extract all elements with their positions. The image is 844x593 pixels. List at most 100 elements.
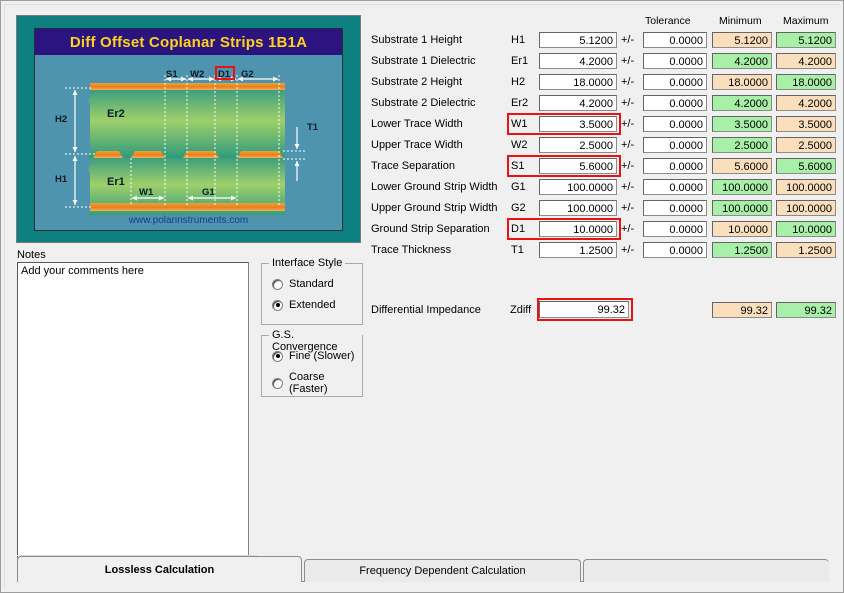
parameter-value-field[interactable]: 2.5000	[539, 137, 617, 153]
parameter-value-field[interactable]: 100.0000	[539, 200, 617, 216]
radio-gs-coarse[interactable]: Coarse (Faster)	[272, 371, 362, 395]
parameter-tolerance-field[interactable]: 0.0000	[643, 116, 707, 132]
parameter-label: Lower Ground Strip Width	[371, 181, 498, 193]
interface-style-group: Interface Style Standard Extended	[261, 257, 363, 325]
parameter-maximum-field: 4.2000	[776, 95, 836, 111]
parameter-row-er1: Substrate 1 Dielectric Er1 4.2000 +/- 0.0000…	[371, 52, 837, 72]
application-window: Diff Offset Coplanar Strips 1B1A Er2 Er1…	[0, 0, 844, 593]
parameter-value-field[interactable]: 100.0000	[539, 179, 617, 195]
parameter-label: Upper Trace Width	[371, 139, 463, 151]
parameter-label: Upper Ground Strip Width	[371, 202, 498, 214]
radio-interface-extended[interactable]: Extended	[272, 299, 335, 311]
parameter-maximum-field: 2.5000	[776, 137, 836, 153]
parameter-tolerance-field[interactable]: 0.0000	[643, 95, 707, 111]
parameter-value-field[interactable]: 18.0000	[539, 74, 617, 90]
parameter-tolerance-field[interactable]: 0.0000	[643, 179, 707, 195]
diagram-title: Diff Offset Coplanar Strips 1B1A	[35, 29, 342, 55]
radio-interface-standard[interactable]: Standard	[272, 278, 334, 290]
parameter-tolerance-field[interactable]: 0.0000	[643, 137, 707, 153]
parameter-value-field[interactable]: 5.6000	[539, 158, 617, 174]
vendor-url: www.polarinstruments.com	[128, 215, 249, 226]
interface-style-title: Interface Style	[269, 257, 346, 269]
parameter-row-h2: Substrate 2 Height H2 18.0000 +/- 0.0000 18.0…	[371, 73, 837, 93]
parameter-symbol: G1	[511, 181, 526, 193]
plus-minus-label: +/-	[621, 34, 635, 46]
parameter-value-field[interactable]: 3.5000	[539, 116, 617, 132]
diagram-label-t1: T1	[307, 122, 319, 133]
radio-label: Standard	[289, 278, 334, 290]
parameter-label: Ground Strip Separation	[371, 223, 490, 235]
result-maximum-field: 99.32	[776, 302, 836, 318]
notes-input[interactable]: Add your comments here	[17, 262, 249, 558]
plus-minus-label: +/-	[621, 202, 635, 214]
parameter-minimum-field: 5.6000	[712, 158, 772, 174]
plus-minus-label: +/-	[621, 118, 635, 130]
diagram-label-h1: H1	[55, 174, 68, 185]
parameter-tolerance-field[interactable]: 0.0000	[643, 242, 707, 258]
parameter-row-h1: Substrate 1 Height H1 5.1200 +/- 0.0000 5.120…	[371, 31, 837, 51]
parameter-minimum-field: 1.2500	[712, 242, 772, 258]
parameter-tolerance-field[interactable]: 0.0000	[643, 158, 707, 174]
parameter-symbol: Er2	[511, 97, 529, 109]
result-label: Differential Impedance	[371, 304, 481, 316]
diagram-label-g1: G1	[202, 187, 215, 198]
column-header-maximum: Maximum	[783, 15, 829, 27]
parameter-value-field[interactable]: 10.0000	[539, 221, 617, 237]
parameter-row-er2: Substrate 2 Dielectric Er2 4.2000 +/- 0.0000…	[371, 94, 837, 114]
parameter-row-d1: Ground Strip Separation D1 10.0000 +/- 0.000…	[371, 218, 837, 240]
parameter-row-g1: Lower Ground Strip Width G1 100.0000 +/- 0.0…	[371, 178, 837, 198]
parameter-symbol: W1	[511, 118, 528, 130]
parameter-symbol: H2	[511, 76, 526, 88]
parameter-minimum-field: 3.5000	[712, 116, 772, 132]
parameter-value-field[interactable]: 5.1200	[539, 32, 617, 48]
parameter-label: Substrate 1 Dielectric	[371, 55, 476, 67]
parameter-value-field[interactable]: 4.2000	[539, 95, 617, 111]
radio-gs-fine[interactable]: Fine (Slower)	[272, 350, 354, 362]
parameter-tolerance-field[interactable]: 0.0000	[643, 200, 707, 216]
radio-indicator	[272, 299, 283, 311]
diagram-canvas: Diff Offset Coplanar Strips 1B1A Er2 Er1…	[34, 28, 343, 231]
diagram-label-h2: H2	[55, 114, 68, 125]
parameter-label: Substrate 2 Dielectric	[371, 97, 476, 109]
parameter-minimum-field: 100.0000	[712, 179, 772, 195]
parameter-row-t1: Trace Thickness T1 1.2500 +/- 0.0000 1.2500 1.…	[371, 241, 837, 261]
parameter-symbol: G2	[511, 202, 526, 214]
parameter-maximum-field: 18.0000	[776, 74, 836, 90]
cross-section-diagram-panel: Diff Offset Coplanar Strips 1B1A Er2 Er1…	[16, 15, 361, 243]
notes-label: Notes	[17, 249, 46, 261]
stackup-cross-section-svg: Er2 Er1	[65, 75, 307, 215]
parameter-row-w1: Lower Trace Width W1 3.5000 +/- 0.0000 3.5000…	[371, 113, 837, 135]
plus-minus-label: +/-	[621, 223, 635, 235]
parameter-tolerance-field[interactable]: 0.0000	[643, 32, 707, 48]
parameter-minimum-field: 18.0000	[712, 74, 772, 90]
plus-minus-label: +/-	[621, 181, 635, 193]
parameter-label: Trace Separation	[371, 160, 455, 172]
parameter-symbol: Er1	[511, 55, 529, 67]
parameter-value-field[interactable]: 1.2500	[539, 242, 617, 258]
gs-convergence-group: G.S. Convergence Fine (Slower) Coarse (F…	[261, 329, 363, 397]
differential-impedance-row: Differential Impedance Zdiff 99.32 99.32…	[371, 298, 837, 323]
parameter-minimum-field: 2.5000	[712, 137, 772, 153]
parameter-row-g2: Upper Ground Strip Width G2 100.0000 +/- 0.0…	[371, 199, 837, 219]
diagram-label-g2: G2	[241, 69, 254, 80]
parameter-tolerance-field[interactable]: 0.0000	[643, 53, 707, 69]
parameter-value-field[interactable]: 4.2000	[539, 53, 617, 69]
tab-frequency-dependent-calculation[interactable]: Frequency Dependent Calculation	[304, 559, 581, 582]
radio-indicator	[272, 377, 283, 389]
tab-lossless-calculation[interactable]: Lossless Calculation	[17, 556, 302, 582]
column-header-minimum: Minimum	[719, 15, 762, 27]
diagram-label-d1: D1	[218, 69, 231, 80]
diagram-label-s1: S1	[166, 69, 178, 80]
parameter-tolerance-field[interactable]: 0.0000	[643, 221, 707, 237]
parameter-row-s1: Trace Separation S1 5.6000 +/- 0.0000 5.6000 5…	[371, 155, 837, 177]
parameter-maximum-field: 1.2500	[776, 242, 836, 258]
plus-minus-label: +/-	[621, 76, 635, 88]
parameter-label: Substrate 2 Height	[371, 76, 463, 88]
diagram-label-w2: W2	[190, 69, 205, 80]
parameter-symbol: S1	[511, 160, 525, 172]
result-value-field[interactable]: 99.32	[539, 301, 629, 318]
parameter-maximum-field: 100.0000	[776, 200, 836, 216]
parameter-tolerance-field[interactable]: 0.0000	[643, 74, 707, 90]
radio-label: Extended	[289, 299, 336, 311]
plus-minus-label: +/-	[621, 139, 635, 151]
